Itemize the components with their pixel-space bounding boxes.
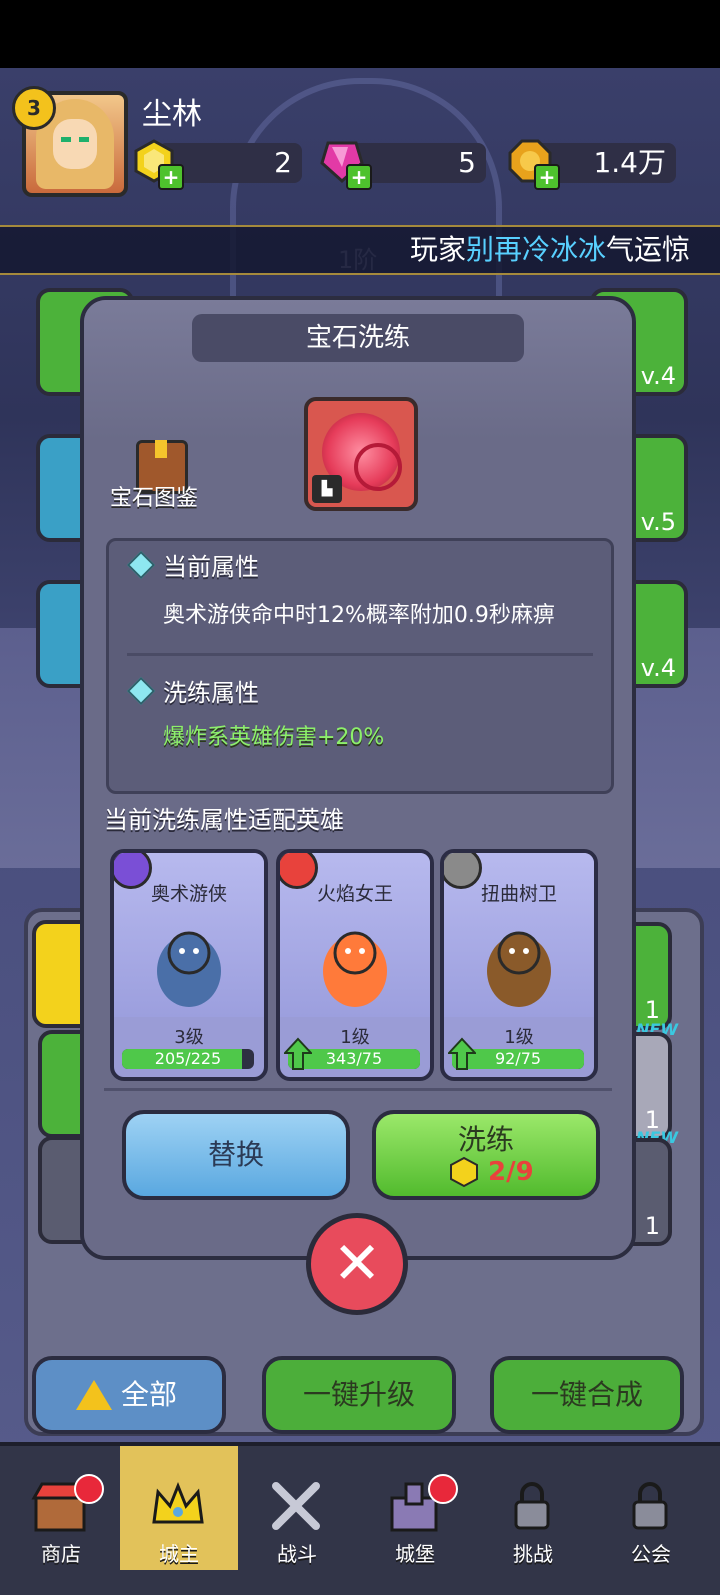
boot-icon: ▙ (312, 475, 342, 503)
hero-portrait (487, 931, 551, 1007)
avatar-face (53, 119, 97, 169)
slot-level: v.4 (640, 654, 676, 682)
hero-portrait (323, 931, 387, 1007)
add-pink-gem-button[interactable]: + (346, 164, 372, 190)
refine-attribute-title: 洗练属性 (163, 679, 259, 707)
crown-icon (152, 1481, 204, 1524)
gem-swirl (354, 443, 402, 491)
nav-item-1[interactable]: 城主 (120, 1446, 238, 1570)
notification-dot (428, 1474, 458, 1504)
nav-item-4[interactable]: 挑战 (474, 1446, 592, 1570)
nav-item-3[interactable]: 城堡 (356, 1446, 474, 1570)
add-yellow-gem-button[interactable]: + (158, 164, 184, 190)
yellow-gem-icon (450, 1156, 478, 1188)
resource-value: 5 (458, 146, 476, 179)
lock-icon (632, 1482, 668, 1530)
gem-slot: ▙ (304, 397, 418, 511)
swords-icon (272, 1482, 320, 1530)
hero-level: 3级 (174, 1027, 204, 1048)
resource-value: 1.4万 (593, 146, 666, 179)
upgrade-arrow-icon (284, 1037, 312, 1070)
modal-body: 宝石洗练 宝石图鉴 ▙ 当前属性 奥术游侠命中时12%概率附加0.9秒麻痹 洗练… (84, 300, 632, 1256)
marquee-suffix: 气运惊 (605, 233, 690, 266)
nav-label: 公会 (631, 1542, 671, 1566)
current-attribute-title: 当前属性 (163, 553, 259, 581)
slot-level: v.4 (640, 362, 676, 390)
marquee-text: 玩家别再冷冰冰气运惊 (410, 227, 690, 273)
hero-list-divider (104, 1088, 612, 1091)
attribute-panel: 当前属性 奥术游侠命中时12%概率附加0.9秒麻痹 洗练属性 爆炸系英雄伤害+2… (106, 538, 614, 794)
nav-item-5[interactable]: 公会 (592, 1446, 710, 1570)
refine-button[interactable]: 洗练 2/9 (372, 1110, 600, 1200)
nav-label: 挑战 (513, 1542, 553, 1566)
refine-button-label: 洗练 (457, 1123, 514, 1156)
castle-arch-decoration (230, 78, 502, 314)
nav-item-2[interactable]: 战斗 (238, 1446, 356, 1570)
close-modal-button[interactable]: ✕ (306, 1213, 408, 1315)
gem-refine-modal: 宝石洗练 宝石图鉴 ▙ 当前属性 奥术游侠命中时12%概率附加0.9秒麻痹 洗练… (80, 296, 636, 1260)
notification-dot (74, 1474, 104, 1504)
matching-heroes-title: 当前洗练属性适配英雄 (104, 806, 344, 834)
resource-value: 2 (274, 146, 292, 179)
refine-attribute-text: 爆炸系英雄伤害+20% (163, 725, 385, 750)
marquee-player-name: 别再冷冰冰 (465, 233, 606, 266)
replace-button[interactable]: 替换 (122, 1110, 350, 1200)
upgrade-arrow-icon (448, 1037, 476, 1070)
one-click-upgrade-button[interactable]: 一键升级 (262, 1356, 456, 1434)
nav-label: 城堡 (395, 1542, 435, 1566)
nav-label: 战斗 (277, 1542, 317, 1566)
announcement-marquee: 玩家别再冷冰冰气运惊 (0, 225, 720, 275)
hero-card[interactable]: 火焰女王 1级 343/75 (276, 849, 434, 1081)
filter-all-label: 全部 (120, 1378, 177, 1411)
add-coin-button[interactable]: + (534, 164, 560, 190)
hero-progress-bar: 205/225 (122, 1049, 254, 1069)
nav-label: 商店 (41, 1542, 81, 1566)
status-bar (0, 0, 720, 68)
diamond-bullet-icon (126, 550, 156, 580)
hero-name: 火焰女王 (316, 883, 393, 905)
avatar-eye (61, 137, 71, 142)
hero-card[interactable]: 扭曲树卫 1级 92/75 (440, 849, 598, 1081)
nav-item-0[interactable]: 商店 (2, 1446, 120, 1570)
hero-card[interactable]: 奥术游侠 3级 205/225 (110, 849, 268, 1081)
book-icon (155, 440, 167, 458)
hero-portrait (157, 931, 221, 1007)
bottom-nav: 商店 城主 战斗 城堡 挑战 公会 (0, 1442, 720, 1595)
hero-progress-text: 205/225 (154, 1049, 222, 1068)
slot-level: v.5 (640, 508, 676, 536)
diamond-bullet-icon (126, 676, 156, 706)
lock-icon (514, 1482, 550, 1530)
attribute-divider (127, 653, 593, 656)
hero-name: 奥术游侠 (150, 883, 227, 905)
avatar-eye (79, 137, 89, 142)
current-attribute-text: 奥术游侠命中时12%概率附加0.9秒麻痹 (163, 603, 555, 628)
hero-name: 扭曲树卫 (480, 883, 557, 905)
gem-codex-label[interactable]: 宝石图鉴 (110, 480, 198, 512)
modal-title: 宝石洗练 (192, 314, 524, 362)
one-click-merge-button[interactable]: 一键合成 (490, 1356, 684, 1434)
player-level-badge: 3 (12, 86, 56, 130)
item-count: 1 (644, 1212, 660, 1240)
triangle-icon (76, 1380, 112, 1410)
player-name: 尘林 (142, 97, 202, 132)
nav-label: 城主 (159, 1542, 199, 1566)
refine-cost-text: 2/9 (488, 1157, 534, 1187)
marquee-prefix: 玩家 (409, 233, 466, 266)
filter-all-button[interactable]: 全部 (32, 1356, 226, 1434)
